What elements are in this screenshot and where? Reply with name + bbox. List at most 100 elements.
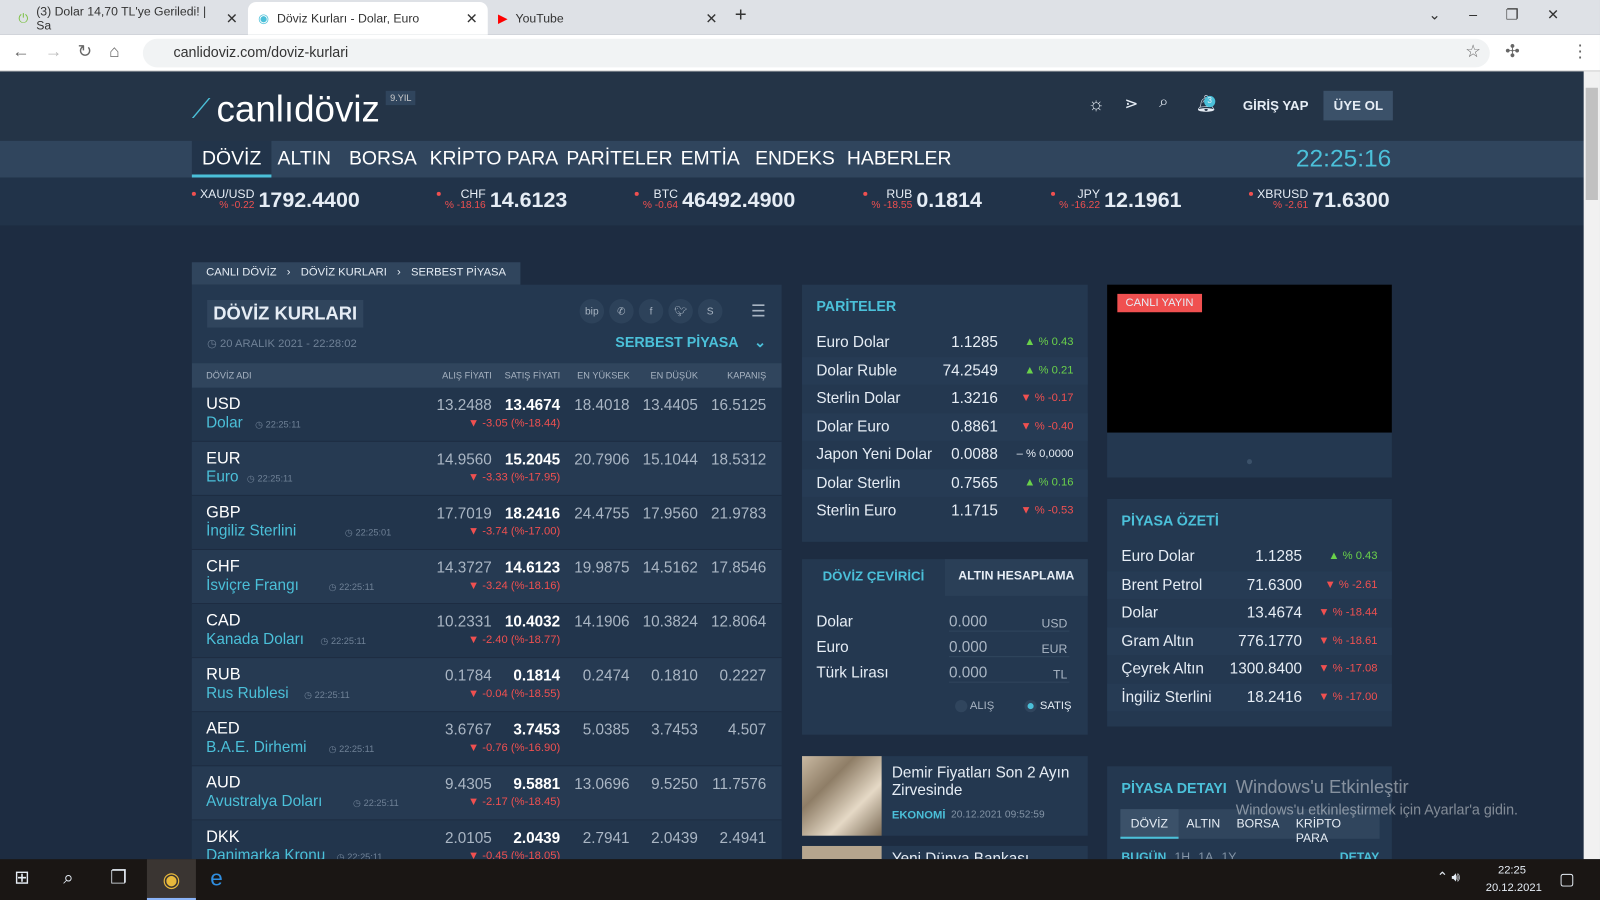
radio-satis[interactable]: SATIŞ <box>1024 700 1071 713</box>
currency-name[interactable]: Kanada Doları <box>206 631 304 648</box>
back-icon[interactable]: ← <box>12 42 29 62</box>
browser-tab[interactable]: ▶ YouTube ✕ <box>488 2 728 35</box>
detail-link[interactable]: DETAY <box>1340 850 1379 859</box>
column-header[interactable]: DÖVİZ ADI <box>206 370 251 380</box>
tab-doviz-cevirici[interactable]: DÖVİZ ÇEVİRİCİ <box>802 559 945 596</box>
currency-name[interactable]: İngiliz Sterlini <box>206 522 296 539</box>
currency-name[interactable]: Avustralya Doları <box>206 793 322 810</box>
new-tab-button[interactable]: + <box>735 4 747 27</box>
table-row[interactable]: CAD Kanada Doları ◷ 22:25:11 10.2331 10.4032… <box>191 604 782 659</box>
list-item[interactable]: Dolar 13.4674 ▼ % -18.44 <box>1107 599 1392 627</box>
ticker-item[interactable]: JPY% -16.22 12.1961 <box>1051 188 1182 215</box>
column-header[interactable]: SATIŞ FİYATI <box>505 370 561 380</box>
table-row[interactable]: EUR Euro ◷ 22:25:11 14.9560 15.2045 20.7906 15… <box>191 441 782 496</box>
list-item[interactable]: Euro Dolar 1.1285 ▲ % 0.43 <box>802 329 1088 357</box>
market-select[interactable]: SERBEST PİYASA ⌄ <box>615 334 766 351</box>
detail-tab-altin[interactable]: ALTIN <box>1178 809 1228 839</box>
notifications-icon[interactable]: ▢ <box>1559 869 1574 889</box>
carousel-dot[interactable] <box>1246 459 1253 465</box>
browser-tab[interactable]: ⏻ (3) Dolar 14,70 TL'ye Geriledi! | Sa ✕ <box>8 2 248 35</box>
window-controls[interactable]: ⌄–❐✕ <box>1429 6 1588 23</box>
extensions-icon[interactable]: ✣ <box>1505 42 1520 62</box>
share-icon[interactable]: ⋗ <box>1124 94 1138 114</box>
bookmark-star-icon[interactable]: ☆ <box>1465 42 1481 62</box>
live-video[interactable]: CANLI YAYIN <box>1107 284 1392 433</box>
task-view-icon[interactable]: ❐ <box>110 867 126 888</box>
filter-icon[interactable]: ☰ <box>751 301 766 321</box>
nav-item[interactable]: BORSA <box>339 141 427 178</box>
news-title[interactable]: Demir Fiyatları Son 2 Ayın Zirvesinde <box>892 764 1081 799</box>
period-1m[interactable]: 1A <box>1198 850 1213 859</box>
column-header[interactable]: EN YÜKSEK <box>577 370 629 380</box>
bip-icon[interactable]: bip <box>579 298 605 324</box>
breadcrumb-link[interactable]: DÖVİZ KURLARI <box>301 266 387 280</box>
news-title[interactable]: Yeni Dünya Bankası <box>892 850 1029 859</box>
search-icon[interactable]: ⌕ <box>1159 94 1168 112</box>
period-1y[interactable]: 1Y <box>1221 850 1236 859</box>
chrome-icon[interactable]: ◉ <box>146 859 196 900</box>
table-row[interactable]: DKK Danimarka Kronu ◷ 22:25:11 2.0105 2.0439… <box>191 820 782 860</box>
facebook-icon[interactable]: f <box>638 298 664 324</box>
period-1w[interactable]: 1H <box>1174 850 1190 859</box>
home-icon[interactable]: ⌂ <box>109 42 119 62</box>
converter-input[interactable]: 0.000 <box>948 664 1070 683</box>
currency-name[interactable]: İsviçre Frangı <box>206 577 299 594</box>
currency-name[interactable]: B.A.E. Dirhemi <box>206 739 306 756</box>
nav-item[interactable]: EMTİA <box>670 141 750 178</box>
list-item[interactable]: Sterlin Euro 1.1715 ▼ % -0.53 <box>802 497 1088 525</box>
theme-sun-icon[interactable]: ☼ <box>1088 94 1105 115</box>
nav-item[interactable]: DÖVİZ <box>191 140 272 178</box>
currency-name[interactable]: Danimarka Kronu <box>206 847 325 859</box>
table-row[interactable]: AED B.A.E. Dirhemi ◷ 22:25:11 3.6767 3.7453 5… <box>191 712 782 767</box>
table-row[interactable]: AUD Avustralya Doları ◷ 22:25:11 9.4305 9.58… <box>191 766 782 821</box>
list-item[interactable]: Çeyrek Altın 1300.8400 ▼ % -17.08 <box>1107 655 1392 683</box>
period-today[interactable]: BUGÜN <box>1121 850 1166 859</box>
reload-icon[interactable]: ↻ <box>78 42 93 62</box>
news-item[interactable]: Yeni Dünya Bankası <box>802 845 1088 860</box>
edge-icon[interactable]: e <box>210 865 222 892</box>
table-row[interactable]: RUB Rus Rublesi ◷ 22:25:11 0.1784 0.1814 0.24… <box>191 658 782 713</box>
currency-name[interactable]: Rus Rublesi <box>206 685 289 702</box>
list-item[interactable]: İngiliz Sterlini 18.2416 ▼ % -17.00 <box>1107 683 1392 711</box>
skype-icon[interactable]: S <box>697 298 723 324</box>
table-row[interactable]: CHF İsviçre Frangı ◷ 22:25:11 14.3727 14.612… <box>191 549 782 605</box>
list-item[interactable]: Dolar Euro 0.8861 ▼ % -0.40 <box>802 412 1088 441</box>
signup-button[interactable]: ÜYE OL <box>1323 90 1394 121</box>
twitter-icon[interactable]: 🐦︎ <box>668 298 693 324</box>
list-item[interactable]: Sterlin Dolar 1.3216 ▼ % -0.17 <box>802 385 1088 413</box>
search-icon[interactable]: ⌕ <box>63 867 73 888</box>
ticker-item[interactable]: CHF% -18.16 14.6123 <box>436 188 567 215</box>
ticker-item[interactable]: XAU/USD% -0.22 1792.4400 <box>191 188 360 215</box>
currency-name[interactable]: Dolar <box>206 414 243 431</box>
nav-item[interactable]: ENDEKS <box>745 141 845 178</box>
list-item[interactable]: Gram Altın 776.1770 ▼ % -18.61 <box>1107 627 1392 655</box>
whatsapp-icon[interactable]: ✆ <box>609 298 634 324</box>
browser-tab-active[interactable]: ◉ Döviz Kurları - Dolar, Euro ✕ <box>247 2 488 35</box>
column-header[interactable]: EN DÜŞÜK <box>650 370 697 380</box>
close-tab-icon[interactable]: ✕ <box>226 10 238 27</box>
column-header[interactable]: ALIŞ FİYATI <box>442 370 492 380</box>
close-tab-icon[interactable]: ✕ <box>466 10 478 27</box>
forward-icon[interactable]: → <box>45 42 62 62</box>
list-item[interactable]: Euro Dolar 1.1285 ▲ % 0.43 <box>1107 543 1392 571</box>
table-row[interactable]: USD Dolar ◷ 22:25:11 13.2488 13.4674 18.4018 1… <box>191 387 782 442</box>
tab-altin-hesaplama[interactable]: ALTIN HESAPLAMA <box>944 559 1088 596</box>
list-item[interactable]: Japon Yeni Dolar 0.0088 – % 0,0000 <box>802 441 1088 469</box>
list-item[interactable]: Brent Petrol 71.6300 ▼ % -2.61 <box>1107 570 1392 599</box>
tray-icons[interactable]: ⌃ 🔊︎ <box>1437 869 1460 885</box>
ticker-item[interactable]: XBRUSD% -2.61 71.6300 <box>1248 188 1390 215</box>
url-input[interactable]: canlidoviz.com/doviz-kurlari <box>142 38 1490 68</box>
menu-icon[interactable]: ⋮ <box>1571 42 1588 62</box>
radio-alis[interactable]: ALIŞ <box>955 700 994 713</box>
scrollbar-thumb[interactable] <box>1585 87 1598 200</box>
page-scrollbar[interactable] <box>1583 71 1600 860</box>
list-item[interactable]: Dolar Ruble 74.2549 ▲ % 0.21 <box>802 356 1088 385</box>
list-item[interactable]: Dolar Sterlin 0.7565 ▲ % 0.16 <box>802 468 1088 497</box>
nav-item[interactable]: HABERLER <box>837 141 962 178</box>
login-button[interactable]: GİRİŞ YAP <box>1243 98 1309 113</box>
table-row[interactable]: GBP İngiliz Sterlini ◷ 22:25:01 17.7019 18.2… <box>191 495 782 550</box>
column-header[interactable]: KAPANIŞ <box>727 370 766 380</box>
nav-item[interactable]: ALTIN <box>267 141 341 178</box>
breadcrumb-link[interactable]: CANLI DÖVİZ <box>206 266 276 280</box>
logo[interactable]: ⟋ canlıdöviz 9.YIL <box>192 88 416 131</box>
